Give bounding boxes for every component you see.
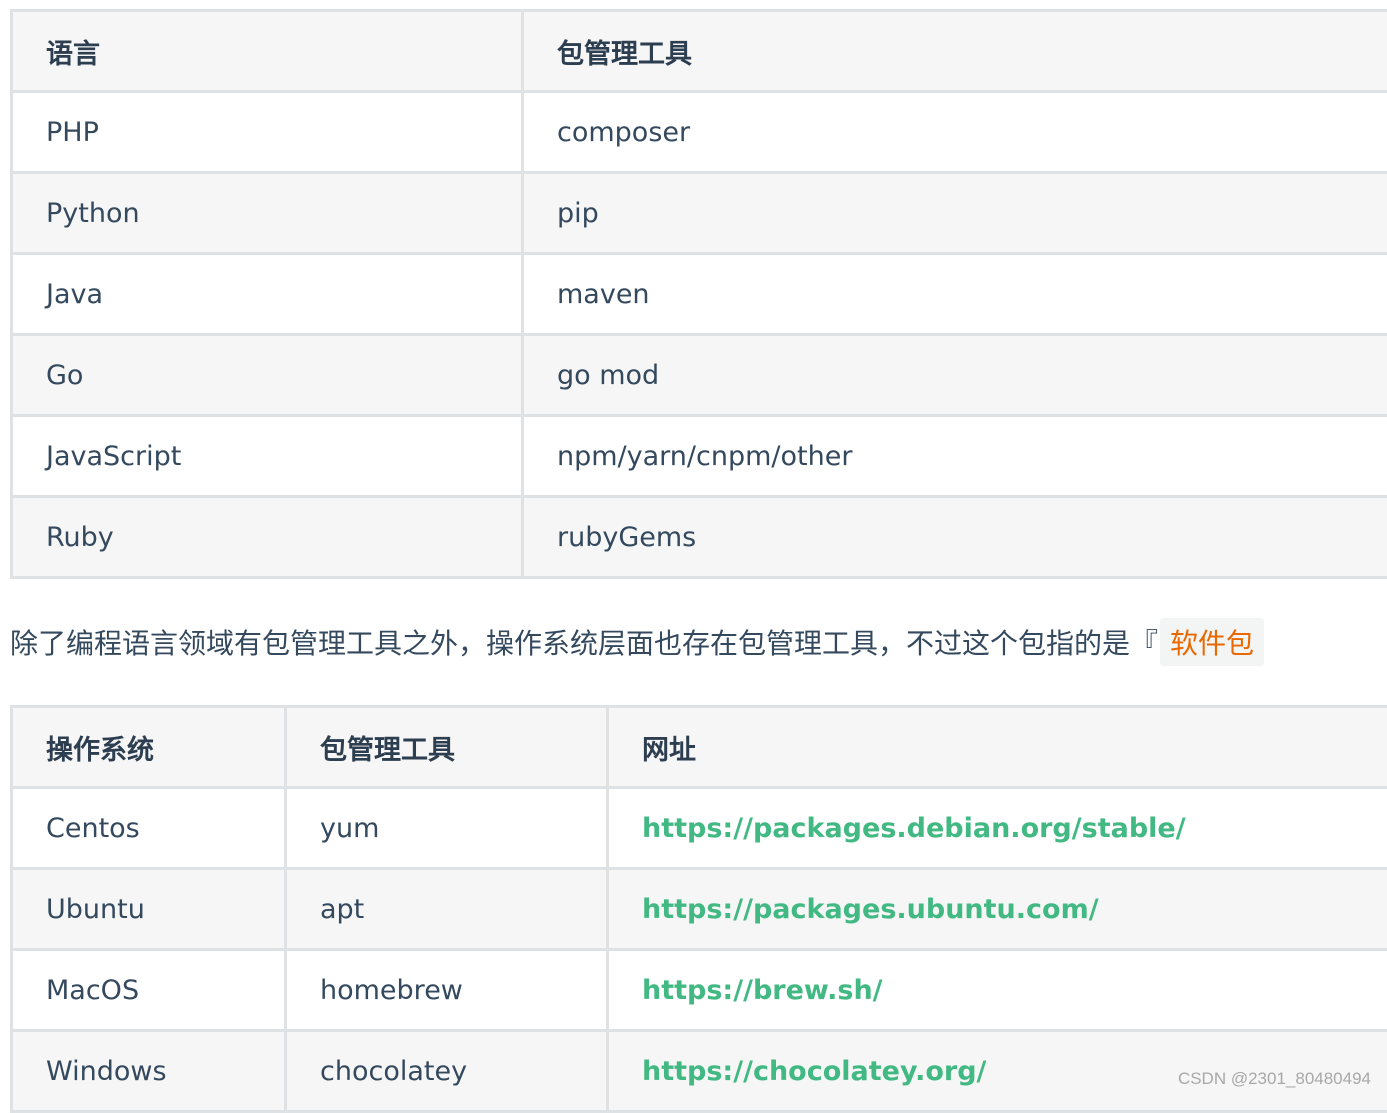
header-package-manager: 包管理工具 [523,11,1387,92]
package-manager-cell: rubyGems [523,497,1387,578]
paragraph-text: 除了编程语言领域有包管理工具之外，操作系统层面也存在包管理工具，不过这个包指的是… [10,627,1158,660]
url-link-ubuntu[interactable]: https://packages.ubuntu.com/ [642,894,1099,925]
language-cell: Python [12,173,523,254]
language-cell: PHP [12,92,523,173]
table-row: Python pip [12,173,1387,254]
url-cell: https://packages.debian.org/stable/ [608,788,1387,869]
package-manager-cell: chocolatey [286,1031,608,1112]
language-cell: JavaScript [12,416,523,497]
package-manager-cell: maven [523,254,1387,335]
url-link-macos[interactable]: https://brew.sh/ [642,975,883,1006]
table-row: Ubuntu apt https://packages.ubuntu.com/ [12,869,1387,950]
table-header-row: 语言 包管理工具 [12,11,1387,92]
inline-code-software-package: 软件包 [1160,618,1264,666]
os-cell: Windows [12,1031,286,1112]
os-cell: Ubuntu [12,869,286,950]
package-manager-cell: composer [523,92,1387,173]
url-cell: https://brew.sh/ [608,950,1387,1031]
os-package-manager-table: 操作系统 包管理工具 网址 Centos yum https://package… [10,705,1387,1113]
package-manager-cell: homebrew [286,950,608,1031]
table-row: Ruby rubyGems [12,497,1387,578]
header-language: 语言 [12,11,523,92]
language-cell: Java [12,254,523,335]
url-link-windows[interactable]: https://chocolatey.org/ [642,1056,986,1087]
table-row: Go go mod [12,335,1387,416]
os-package-paragraph: 除了编程语言领域有包管理工具之外，操作系统层面也存在包管理工具，不过这个包指的是… [10,618,1264,666]
header-package-manager: 包管理工具 [286,707,608,788]
table-row: Java maven [12,254,1387,335]
table-header-row: 操作系统 包管理工具 网址 [12,707,1387,788]
language-cell: Ruby [12,497,523,578]
language-package-manager-table: 语言 包管理工具 PHP composer Python pip Java ma… [10,9,1387,579]
csdn-watermark: CSDN @2301_80480494 [1178,1069,1371,1089]
table-row: Centos yum https://packages.debian.org/s… [12,788,1387,869]
table-row: JavaScript npm/yarn/cnpm/other [12,416,1387,497]
table-row: PHP composer [12,92,1387,173]
os-cell: MacOS [12,950,286,1031]
package-manager-cell: yum [286,788,608,869]
url-cell: https://packages.ubuntu.com/ [608,869,1387,950]
header-os: 操作系统 [12,707,286,788]
package-manager-cell: pip [523,173,1387,254]
package-manager-cell: npm/yarn/cnpm/other [523,416,1387,497]
package-manager-cell: apt [286,869,608,950]
os-cell: Centos [12,788,286,869]
table-row: MacOS homebrew https://brew.sh/ [12,950,1387,1031]
language-cell: Go [12,335,523,416]
url-link-centos[interactable]: https://packages.debian.org/stable/ [642,813,1186,844]
header-url: 网址 [608,707,1387,788]
package-manager-cell: go mod [523,335,1387,416]
